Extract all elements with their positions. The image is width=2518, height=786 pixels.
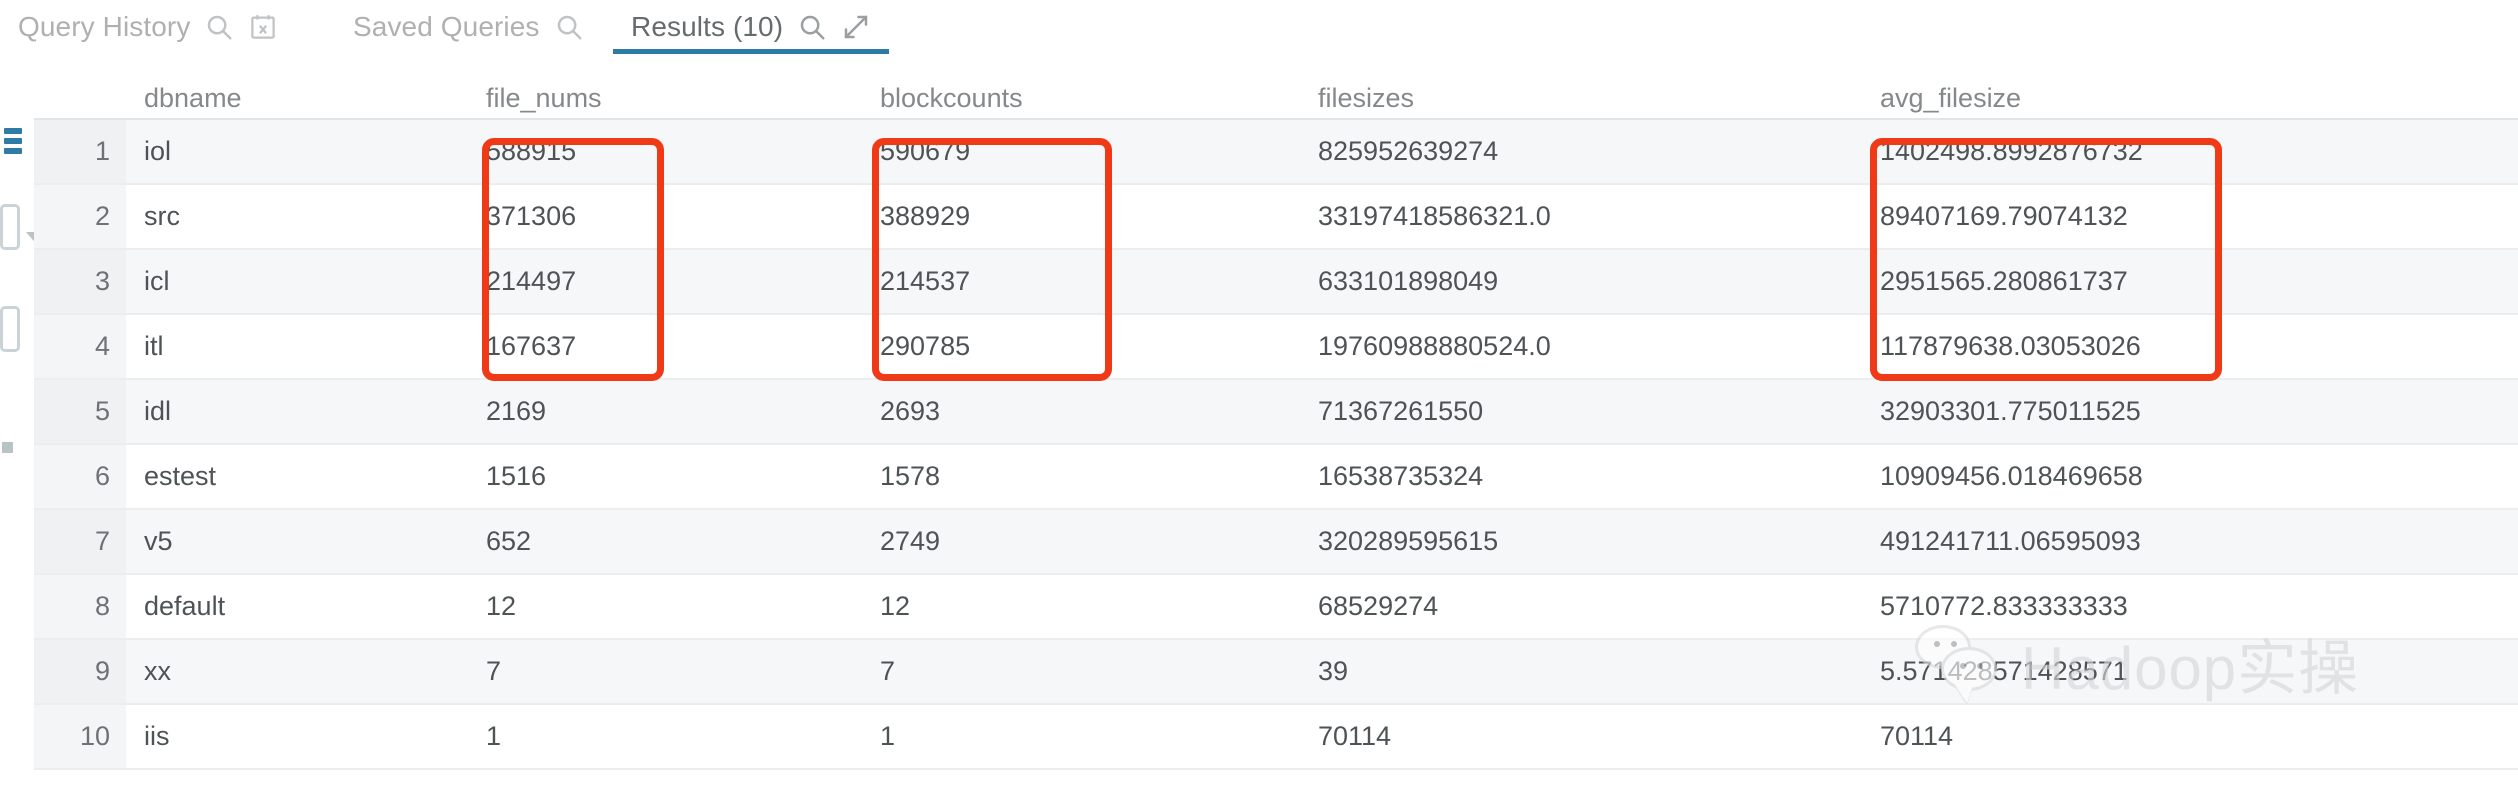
cell-dbname: iol — [144, 136, 172, 166]
cell-file-nums: 12 — [486, 591, 517, 621]
search-icon[interactable] — [554, 12, 584, 42]
table-row[interactable]: 6 estest 1516 1578 16538735324 10909456.01846… — [34, 445, 2518, 510]
tab-query-history[interactable]: Query History — [0, 0, 296, 54]
expand-icon[interactable] — [841, 12, 871, 42]
table-header-row: dbname file_nums blockcounts filesizes a… — [34, 54, 2518, 120]
search-icon[interactable] — [204, 12, 234, 42]
cell-dbname: itl — [144, 331, 164, 361]
row-number: 6 — [34, 445, 126, 508]
row-number: 8 — [34, 575, 126, 638]
table-row[interactable]: 7 v5 652 2749 320289595615 491241711.06595093 — [34, 510, 2518, 575]
cell-dbname: xx — [144, 656, 171, 686]
cell-avg-filesize: 10909456.018469658 — [1880, 461, 2143, 491]
cell-file-nums: 652 — [486, 526, 532, 556]
results-panel: Query History Saved Queries Results (10)… — [0, 0, 2518, 786]
cell-blockcounts: 1578 — [880, 461, 941, 491]
table-body: 1 iol 588915 590679 825952639274 1402498.8992… — [34, 120, 2518, 770]
table-row[interactable]: 10 iis 1 1 70114 70114 — [34, 705, 2518, 770]
cell-dbname: v5 — [144, 526, 173, 556]
cell-avg-filesize: 1402498.8992876732 — [1880, 136, 2143, 166]
cell-blockcounts: 12 — [880, 591, 911, 621]
cell-blockcounts: 590679 — [880, 136, 971, 166]
cell-file-nums: 7 — [486, 656, 502, 686]
tab-bar: Query History Saved Queries Results (10) — [0, 0, 2518, 54]
cell-filesizes: 16538735324 — [1318, 461, 1484, 491]
cell-blockcounts: 214537 — [880, 266, 971, 296]
cell-blockcounts: 2693 — [880, 396, 941, 426]
cell-blockcounts: 1 — [880, 721, 896, 751]
cell-filesizes: 320289595615 — [1318, 526, 1499, 556]
column-header-dbname[interactable]: dbname — [144, 83, 444, 114]
cell-avg-filesize: 5710772.833333333 — [1880, 591, 2128, 621]
tab-results-label: Results (10) — [631, 11, 784, 42]
search-icon[interactable] — [797, 12, 827, 42]
table-row[interactable]: 2 src 371306 388929 33197418586321.0 89407169… — [34, 185, 2518, 250]
column-header-file-nums[interactable]: file_nums — [486, 83, 826, 114]
cell-filesizes: 19760988880524.0 — [1318, 331, 1551, 361]
results-table: dbname file_nums blockcounts filesizes a… — [34, 54, 2518, 786]
cell-file-nums: 371306 — [486, 201, 577, 231]
column-header-blockcounts[interactable]: blockcounts — [880, 83, 1280, 114]
cell-avg-filesize: 2951565.280861737 — [1880, 266, 2128, 296]
cell-avg-filesize: 32903301.775011525 — [1880, 396, 2141, 426]
cell-file-nums: 1 — [486, 721, 502, 751]
row-number: 4 — [34, 315, 126, 378]
row-number: 1 — [34, 120, 126, 183]
table-row[interactable]: 4 itl 167637 290785 19760988880524.0 11787963… — [34, 315, 2518, 380]
table-row[interactable]: 5 idl 2169 2693 71367261550 32903301.77501152… — [34, 380, 2518, 445]
cell-dbname: icl — [144, 266, 170, 296]
stack-indicator-icon — [4, 128, 22, 154]
tab-results[interactable]: Results (10) — [613, 0, 890, 54]
cell-dbname: iis — [144, 721, 170, 751]
cell-avg-filesize: 117879638.03053026 — [1880, 331, 2141, 361]
cell-blockcounts: 388929 — [880, 201, 971, 231]
table-row[interactable]: 1 iol 588915 590679 825952639274 1402498.8992… — [34, 120, 2518, 185]
tab-saved-queries[interactable]: Saved Queries — [335, 0, 602, 54]
cell-file-nums: 214497 — [486, 266, 577, 296]
cell-avg-filesize: 5.571428571428571 — [1880, 656, 2128, 686]
cell-filesizes: 825952639274 — [1318, 136, 1499, 166]
cell-filesizes: 68529274 — [1318, 591, 1439, 621]
rail-marker-icon — [2, 442, 13, 453]
left-rail — [0, 54, 52, 786]
cell-filesizes: 633101898049 — [1318, 266, 1499, 296]
cell-avg-filesize: 70114 — [1880, 721, 1954, 751]
cell-dbname: default — [144, 591, 226, 621]
cell-filesizes: 33197418586321.0 — [1318, 201, 1551, 231]
row-number: 5 — [34, 380, 126, 443]
row-number: 7 — [34, 510, 126, 573]
cell-blockcounts: 2749 — [880, 526, 941, 556]
tab-saved-queries-label: Saved Queries — [353, 11, 540, 42]
cell-file-nums: 1516 — [486, 461, 547, 491]
rail-panel-handle-top[interactable] — [0, 204, 20, 250]
calendar-clear-icon[interactable] — [248, 12, 278, 42]
cell-blockcounts: 7 — [880, 656, 896, 686]
cell-file-nums: 588915 — [486, 136, 577, 166]
cell-file-nums: 167637 — [486, 331, 577, 361]
row-number: 3 — [34, 250, 126, 313]
cell-dbname: src — [144, 201, 180, 231]
row-number: 10 — [34, 705, 126, 768]
table-row[interactable]: 8 default 12 12 68529274 5710772.833333333 — [34, 575, 2518, 640]
cell-avg-filesize: 89407169.79074132 — [1880, 201, 2128, 231]
cell-filesizes: 71367261550 — [1318, 396, 1484, 426]
cell-avg-filesize: 491241711.06595093 — [1880, 526, 2141, 556]
cell-filesizes: 39 — [1318, 656, 1349, 686]
cell-blockcounts: 290785 — [880, 331, 971, 361]
row-number: 9 — [34, 640, 126, 703]
column-header-avg-filesize[interactable]: avg_filesize — [1880, 83, 2480, 114]
cell-dbname: idl — [144, 396, 172, 426]
cell-filesizes: 70114 — [1318, 721, 1392, 751]
table-row[interactable]: 3 icl 214497 214537 633101898049 2951565.2808… — [34, 250, 2518, 315]
tab-query-history-label: Query History — [18, 11, 191, 42]
row-number: 2 — [34, 185, 126, 248]
rail-panel-handle-bottom[interactable] — [0, 306, 20, 352]
column-header-filesizes[interactable]: filesizes — [1318, 83, 1818, 114]
table-row[interactable]: 9 xx 7 7 39 5.571428571428571 — [34, 640, 2518, 705]
cell-dbname: estest — [144, 461, 217, 491]
cell-file-nums: 2169 — [486, 396, 547, 426]
